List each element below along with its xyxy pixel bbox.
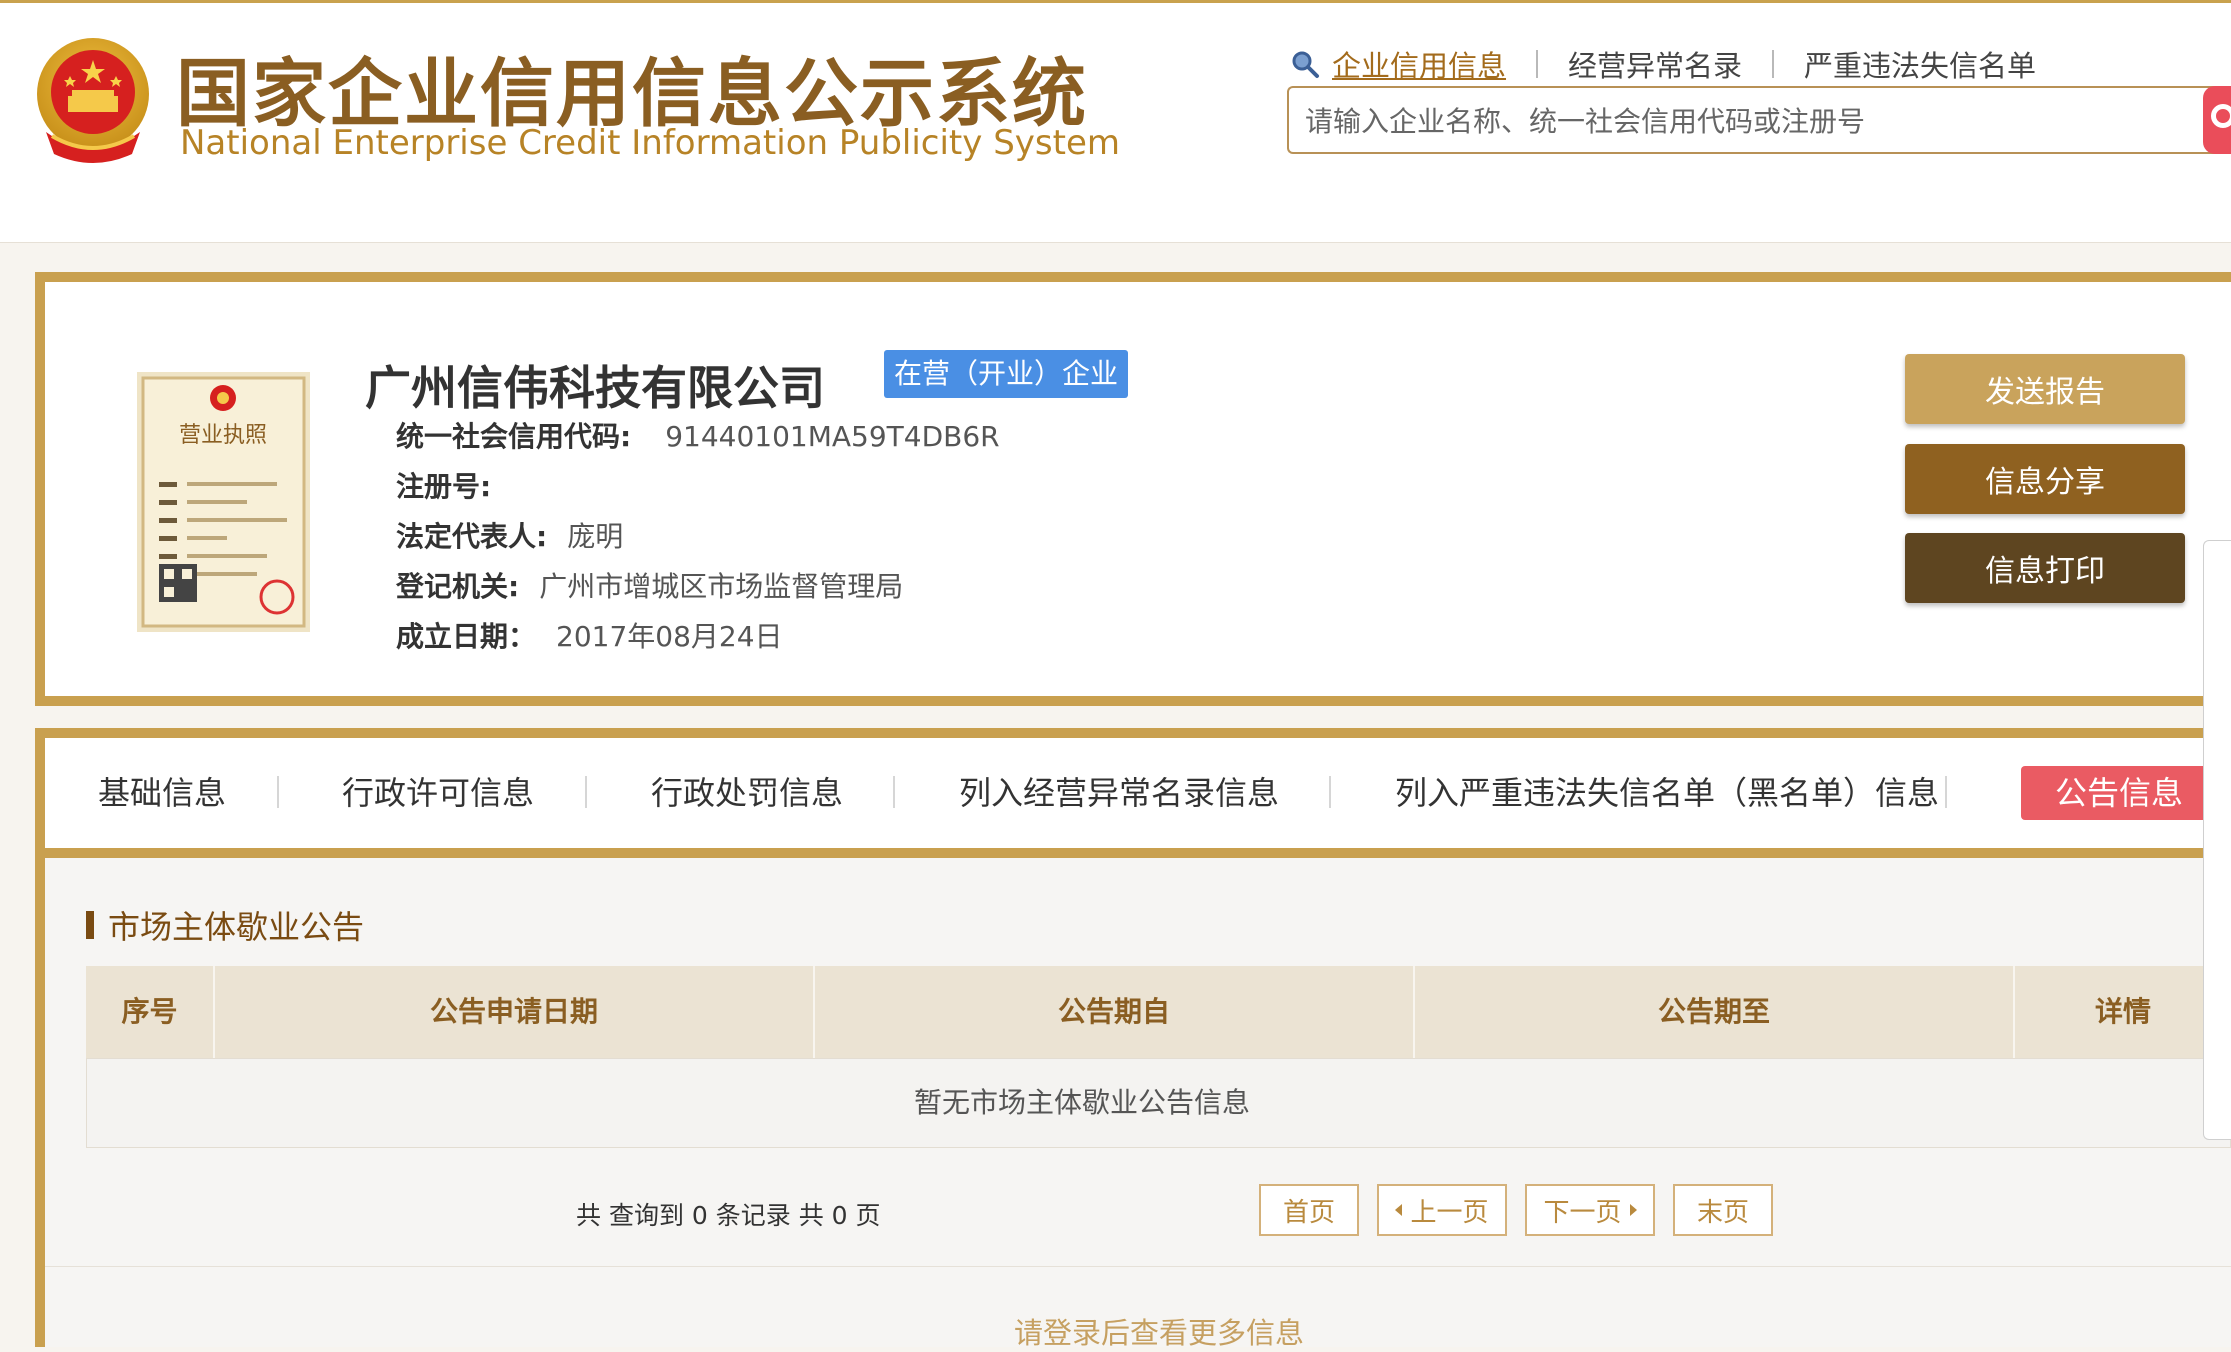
last-page-button[interactable]: 末页 <box>1673 1184 1773 1236</box>
prev-page-label: 上一页 <box>1410 1197 1489 1228</box>
site-title-en: National Enterprise Credit Information P… <box>180 123 1120 163</box>
tab-divider <box>1945 776 1947 808</box>
empty-message: 暂无市场主体歇业公告信息 <box>913 1086 1250 1119</box>
next-page-label: 下一页 <box>1543 1197 1622 1228</box>
column-header-index: 序号 <box>121 995 178 1028</box>
nav-divider <box>1772 50 1775 78</box>
field-label: 登记机关: <box>396 570 520 603</box>
field-label: 法定代表人: <box>396 520 548 553</box>
tab-divider <box>277 776 279 808</box>
tab-administrative-penalty[interactable]: 行政处罚信息 <box>651 766 843 820</box>
section-marker <box>86 911 94 939</box>
info-credit-code: 统一社会信用代码: 91440101MA59T4DB6R <box>396 415 1000 455</box>
field-label: 注册号: <box>396 470 492 503</box>
company-name: 广州信伟科技有限公司 <box>365 361 825 415</box>
pagination-summary: 共 查询到 0 条记录 共 0 页 <box>576 1201 881 1230</box>
field-value: 2017年08月24日 <box>556 620 783 653</box>
prev-page-button[interactable]: 上一页 <box>1377 1184 1507 1236</box>
send-report-button[interactable]: 发送报告 <box>1905 354 2185 424</box>
license-title: 营业执照 <box>179 423 267 448</box>
chevron-left-icon <box>1395 1204 1403 1216</box>
print-info-button[interactable]: 信息打印 <box>1905 533 2185 603</box>
nav-divider <box>1536 50 1539 78</box>
field-value: 91440101MA59T4DB6R <box>665 420 1000 453</box>
column-header-period-start: 公告期自 <box>1057 995 1170 1028</box>
first-page-button[interactable]: 首页 <box>1259 1184 1359 1236</box>
nav-link-serious-violation-list[interactable]: 严重违法失信名单 <box>1804 43 2036 85</box>
info-registration-number: 注册号: <box>396 465 511 505</box>
info-tabs: 基础信息 行政许可信息 行政处罚信息 列入经营异常名录信息 列入严重违法失信名单… <box>35 728 2231 858</box>
side-floating-panel[interactable] <box>2203 540 2231 1140</box>
nav-link-enterprise-credit[interactable]: 企业信用信息 <box>1332 43 1506 85</box>
last-page-label: 末页 <box>1696 1197 1749 1228</box>
search-box <box>1287 86 2231 154</box>
info-legal-representative: 法定代表人: 庞明 <box>396 515 623 555</box>
search-button[interactable] <box>2203 86 2231 154</box>
column-header-period-end: 公告期至 <box>1657 995 1770 1028</box>
tab-basic-info[interactable]: 基础信息 <box>98 766 226 820</box>
header-nav: 企业信用信息 经营异常名录 严重违法失信名单 <box>1290 44 2036 84</box>
share-info-button[interactable]: 信息分享 <box>1905 444 2185 514</box>
tab-announcement-info[interactable]: 公告信息 <box>2021 766 2231 820</box>
next-page-button[interactable]: 下一页 <box>1525 1184 1655 1236</box>
content-divider <box>45 1266 2231 1267</box>
table-header: 序号 公告申请日期 公告期自 公告期至 详情 <box>86 966 2231 1058</box>
search-input[interactable] <box>1303 88 2187 154</box>
search-button-icon <box>2211 104 2231 128</box>
tab-divider <box>1329 776 1331 808</box>
tab-blacklist-info[interactable]: 列入严重违法失信名单（黑名单）信息 <box>1395 766 1939 820</box>
info-establishment-date: 成立日期： 2017年08月24日 <box>396 615 783 655</box>
tab-divider <box>585 776 587 808</box>
field-label: 统一社会信用代码: <box>396 420 632 453</box>
info-tabs-body: 基础信息 行政许可信息 行政处罚信息 列入经营异常名录信息 列入严重违法失信名单… <box>45 738 2231 848</box>
tab-divider <box>893 776 895 808</box>
table-empty-row: 暂无市场主体歇业公告信息 <box>86 1058 2231 1148</box>
national-emblem-icon <box>37 38 149 163</box>
field-value: 广州市增城区市场监督管理局 <box>539 570 904 603</box>
field-value: 庞明 <box>567 520 624 553</box>
info-registration-authority: 登记机关: 广州市增城区市场监督管理局 <box>396 565 903 605</box>
business-license-image[interactable]: 营业执照 <box>137 372 310 632</box>
site-header: 国家企业信用信息公示系统 National Enterprise Credit … <box>0 0 2231 243</box>
nav-link-abnormal-list[interactable]: 经营异常名录 <box>1568 43 1742 85</box>
column-header-details: 详情 <box>2094 995 2151 1028</box>
status-badge: 在营（开业）企业 <box>884 350 1129 398</box>
chevron-right-icon <box>1629 1204 1637 1216</box>
company-card: 营业执照 广州信伟科技有限公司 在营（开业）企业 统一社会信用代码: 914401… <box>35 272 2231 706</box>
search-icon <box>1292 51 1319 78</box>
field-label: 成立日期： <box>396 620 537 653</box>
column-header-apply-date: 公告申请日期 <box>429 995 598 1028</box>
first-page-label: 首页 <box>1282 1197 1335 1228</box>
tab-abnormal-list-info[interactable]: 列入经营异常名录信息 <box>959 766 1279 820</box>
section-title: 市场主体歇业公告 <box>108 908 365 946</box>
tab-administrative-license[interactable]: 行政许可信息 <box>342 766 534 820</box>
login-prompt-link[interactable]: 请登录后查看更多信息 <box>1014 1310 1304 1352</box>
company-card-body: 营业执照 广州信伟科技有限公司 在营（开业）企业 统一社会信用代码: 914401… <box>45 282 2231 696</box>
